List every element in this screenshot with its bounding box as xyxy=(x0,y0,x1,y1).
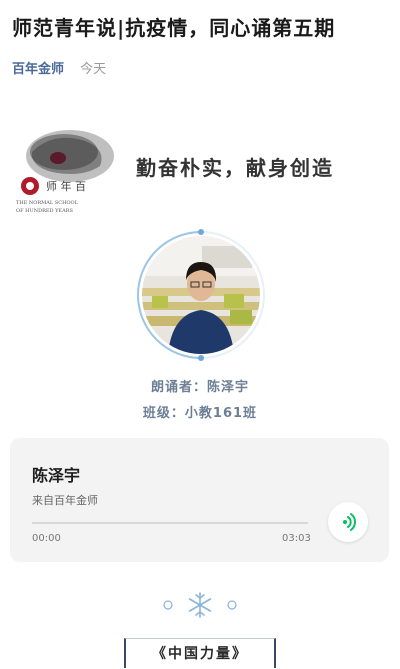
audio-progress-track[interactable] xyxy=(32,522,308,524)
audio-player[interactable]: 陈泽宇 来自百年金师 00:00 03:03 xyxy=(10,438,389,562)
reader-name-line: 朗诵者：陈泽宇 xyxy=(150,380,249,395)
section-heading: 《中国力量》 xyxy=(124,638,276,668)
article-meta: 百年金师 今天 xyxy=(12,58,106,77)
audio-title: 陈泽宇 xyxy=(32,466,81,485)
audio-play-button[interactable] xyxy=(328,502,368,542)
audio-current-time: 00:00 xyxy=(32,533,61,544)
svg-text:师 年 百: 师 年 百 xyxy=(46,179,86,193)
banner-slogan: 勤奋朴实，献身创造 xyxy=(136,156,334,180)
audio-duration: 03:03 xyxy=(282,533,311,544)
reader-portrait xyxy=(142,236,260,354)
audio-source: 来自百年金师 xyxy=(32,494,98,507)
snowflake-divider-icon xyxy=(163,592,237,618)
reader-class-line: 班级：小教161班 xyxy=(142,406,258,421)
svg-text:THE NORMAL SCHOOL: THE NORMAL SCHOOL xyxy=(16,200,79,206)
account-name-link[interactable]: 百年金师 xyxy=(12,62,64,77)
school-logo: 师 年 百 THE NORMAL SCHOOL OF HUNDRED YEARS xyxy=(12,122,120,218)
publish-date: 今天 xyxy=(80,62,107,77)
article-title: 师范青年说|抗疫情，同心诵第五期 xyxy=(12,16,336,40)
sound-wave-icon xyxy=(343,513,356,531)
svg-text:OF HUNDRED YEARS: OF HUNDRED YEARS xyxy=(16,208,73,214)
